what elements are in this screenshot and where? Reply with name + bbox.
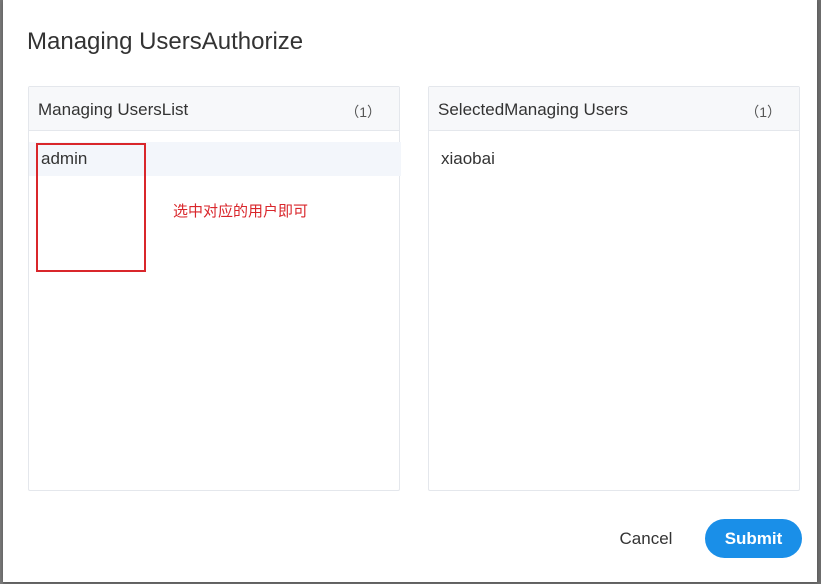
authorize-dialog: Managing UsersAuthorize Managing UsersLi… <box>3 0 817 582</box>
selected-users-count: （1） <box>745 104 781 120</box>
selected-users-panel: SelectedManaging Users （1） xiaobai <box>428 86 800 491</box>
selected-users-title: SelectedManaging Users <box>438 100 628 119</box>
available-users-panel: Managing UsersList （1） admin <box>28 86 401 491</box>
available-users-title: Managing UsersList <box>38 100 189 119</box>
annotation-text: 选中对应的用户即可 <box>173 203 309 220</box>
list-item-admin[interactable]: admin <box>29 142 401 176</box>
available-users-list: admin <box>29 142 401 176</box>
available-users-header: Managing UsersList （1） <box>29 87 399 131</box>
list-item-xiaobai[interactable]: xiaobai <box>429 142 799 176</box>
cancel-button[interactable]: Cancel <box>611 522 681 556</box>
submit-button[interactable]: Submit <box>705 519 802 558</box>
selected-users-list: xiaobai <box>429 142 799 176</box>
dialog-title: Managing UsersAuthorize <box>27 28 304 55</box>
available-users-count: （1） <box>345 104 381 120</box>
selected-users-header: SelectedManaging Users （1） <box>429 87 799 131</box>
